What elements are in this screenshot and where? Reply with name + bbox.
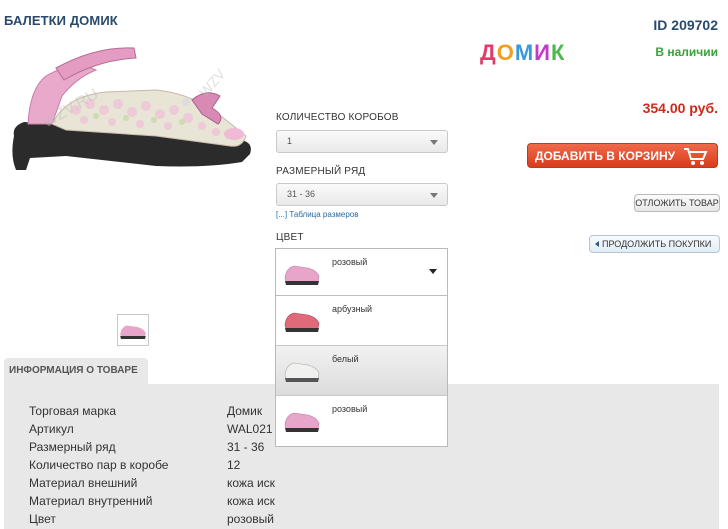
spec-name: Количество пар в коробе bbox=[29, 458, 169, 472]
product-image[interactable]: WZV.RU WZV bbox=[6, 38, 268, 186]
spec-value: WAL021 bbox=[227, 422, 273, 436]
color-option-label: белый bbox=[332, 354, 359, 364]
stock-status: В наличии bbox=[655, 45, 718, 59]
boxes-select[interactable]: 1 bbox=[276, 130, 448, 153]
color-option-label: розовый bbox=[332, 404, 368, 414]
spec-name: Материал внутренний bbox=[29, 494, 153, 508]
size-label: РАЗМЕРНЫЙ РЯД bbox=[276, 166, 366, 177]
defer-item-button[interactable]: ОТЛОЖИТЬ ТОВАР bbox=[634, 194, 720, 212]
brand-logo: ДОМИК bbox=[480, 40, 566, 65]
size-select[interactable]: 31 - 36 bbox=[276, 183, 448, 206]
spec-value: розовый bbox=[227, 512, 274, 526]
arrow-left-icon bbox=[595, 241, 599, 247]
spec-name: Размерный ряд bbox=[29, 440, 116, 454]
color-option[interactable]: розовый bbox=[276, 396, 447, 446]
continue-shopping-label: ПРОДОЛЖИТЬ ПОКУПКИ bbox=[602, 239, 712, 249]
spec-name: Артикул bbox=[29, 422, 74, 436]
chevron-down-icon bbox=[430, 193, 438, 198]
spec-name: Материал внешний bbox=[29, 476, 138, 490]
shoe-thumbnail bbox=[284, 312, 320, 332]
boxes-value: 1 bbox=[287, 136, 293, 146]
shoe-thumbnail bbox=[284, 362, 320, 382]
color-dropdown[interactable]: розовый арбузный белый розовый bbox=[275, 248, 448, 447]
continue-shopping-button[interactable]: ПРОДОЛЖИТЬ ПОКУПКИ bbox=[589, 235, 720, 253]
shopping-cart-icon bbox=[684, 148, 708, 165]
spec-value: 12 bbox=[227, 458, 241, 472]
color-option[interactable]: арбузный bbox=[276, 296, 447, 346]
product-title: БАЛЕТКИ ДОМИК bbox=[4, 13, 118, 28]
color-selected-label: розовый bbox=[332, 257, 368, 267]
spec-name: Торговая марка bbox=[29, 404, 117, 418]
shoe-thumbnail bbox=[284, 412, 320, 432]
product-thumbnail[interactable] bbox=[117, 314, 149, 346]
chevron-down-icon bbox=[430, 140, 438, 145]
tab-product-info[interactable]: ИНФОРМАЦИЯ О ТОВАРЕ bbox=[4, 358, 148, 384]
color-label: ЦВЕТ bbox=[276, 232, 304, 243]
color-option[interactable]: белый bbox=[276, 346, 447, 396]
chevron-down-icon bbox=[429, 269, 437, 274]
spec-name: Цвет bbox=[29, 512, 56, 526]
price: 354.00 руб. bbox=[642, 100, 718, 116]
spec-value: кожа иск bbox=[227, 494, 275, 508]
size-value: 31 - 36 bbox=[287, 189, 316, 199]
boxes-label: КОЛИЧЕСТВО КОРОБОВ bbox=[276, 112, 399, 123]
svg-text:WZV: WZV bbox=[196, 65, 229, 100]
size-table-link[interactable]: [...] Таблица размеров bbox=[276, 210, 359, 219]
shoe-thumbnail bbox=[284, 265, 320, 285]
color-option-label: арбузный bbox=[332, 304, 373, 314]
add-to-cart-button[interactable]: ДОБАВИТЬ В КОРЗИНУ bbox=[527, 143, 718, 168]
color-select-current[interactable]: розовый bbox=[276, 249, 447, 296]
product-id: ID 209702 bbox=[653, 17, 718, 33]
spec-value: Домик bbox=[227, 404, 263, 418]
spec-value: кожа иск bbox=[227, 476, 275, 490]
add-to-cart-label: ДОБАВИТЬ В КОРЗИНУ bbox=[535, 149, 676, 163]
spec-value: 31 - 36 bbox=[227, 440, 265, 454]
